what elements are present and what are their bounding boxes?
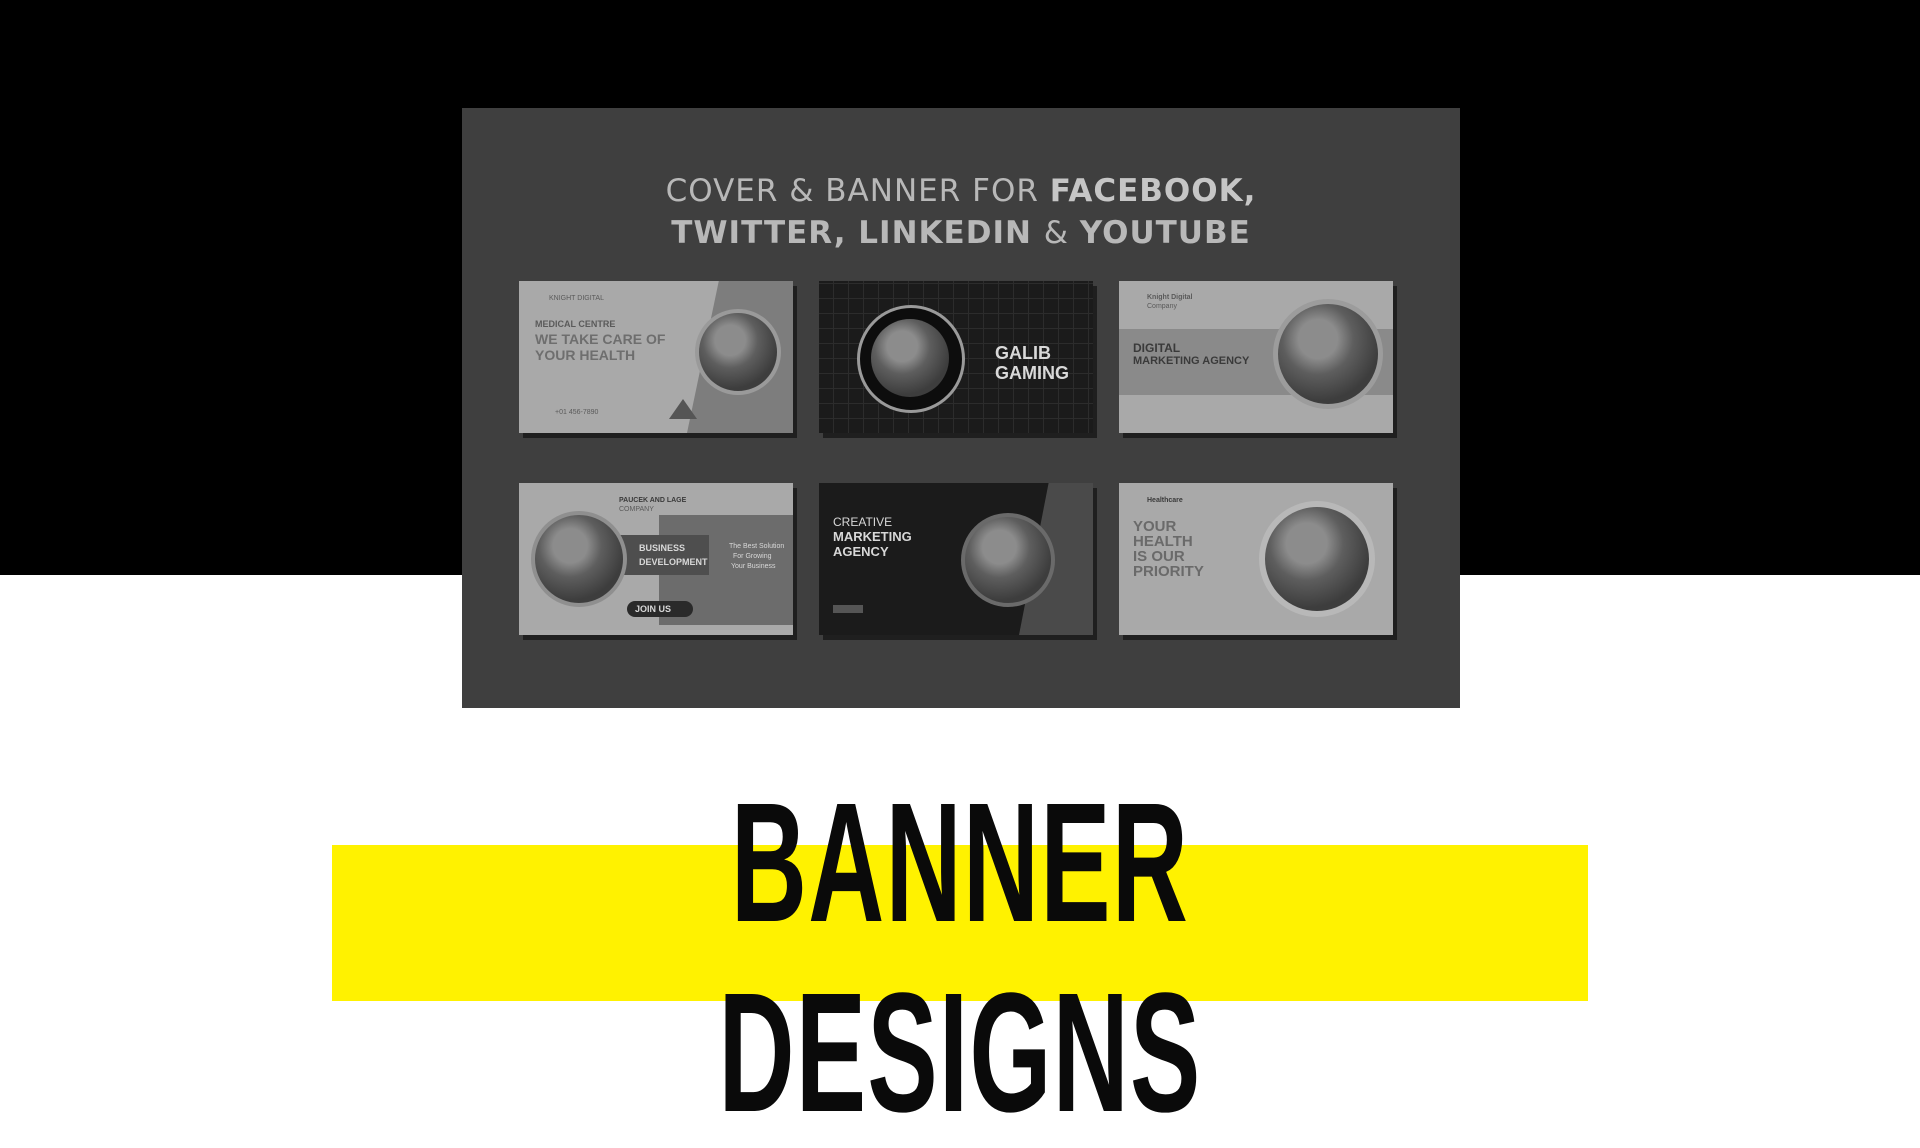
headline-youtube-text: YOUTUBE — [1079, 215, 1251, 251]
banner-card-creative: CREATIVE MARKETING AGENCY — [819, 483, 1093, 635]
creative-title: CREATIVE — [833, 515, 893, 529]
banner-card-business: PAUCEK AND LAGE COMPANY BUSINESS DEVELOP… — [519, 483, 793, 635]
creative-subtitle: MARKETING — [833, 529, 912, 544]
company-text: PAUCEK AND LAGE — [619, 497, 687, 504]
headline-text: WE TAKE CARE OF — [535, 331, 666, 347]
health-line-3: IS OUR — [1133, 548, 1185, 565]
join-us-label: JOIN US — [635, 604, 672, 614]
gamer-photo — [871, 319, 949, 397]
business-title: BUSINESS — [639, 543, 686, 553]
health-line-2: HEALTH — [1133, 533, 1193, 550]
side-text-1: The Best Solution — [729, 543, 785, 550]
doctor-photo — [695, 309, 781, 395]
headline-bold-text: FACEBOOK, — [1049, 173, 1257, 209]
brand-text: KNIGHT DIGITAL — [549, 295, 604, 302]
company-sub-text: COMPANY — [619, 506, 654, 513]
preview-panel: COVER & BANNER FOR FACEBOOK, TWITTER, LI… — [462, 108, 1460, 708]
page-title-text: BANNER DESIGNS — [718, 768, 1202, 1148]
cta-shape — [833, 605, 863, 613]
banner-card-medical: KNIGHT DIGITAL MEDICAL CENTRE WE TAKE CA… — [519, 281, 793, 433]
headline-plain-text: COVER & BANNER FOR — [665, 173, 1050, 209]
creative-subtitle-2: AGENCY — [833, 544, 889, 559]
banner-card-digital: Knight Digital Company DIGITAL MARKETING… — [1119, 281, 1393, 433]
brand-text: Knight Digital — [1147, 294, 1193, 301]
brand-sub-text: Company — [1147, 303, 1177, 310]
triangle-shape — [669, 399, 697, 419]
health-line-1: YOUR — [1133, 518, 1177, 535]
health-line-4: PRIORITY — [1133, 563, 1204, 580]
side-text-3: Your Business — [731, 563, 776, 570]
team-photo — [1273, 299, 1383, 409]
doctors-photo — [1259, 501, 1375, 617]
headline-text-2: YOUR HEALTH — [535, 347, 636, 363]
headline-line2-text: TWITTER, LINKEDIN — [671, 215, 1044, 251]
digital-title: DIGITAL — [1133, 341, 1181, 355]
headline-ampersand: & — [1043, 215, 1080, 251]
brand-text: Healthcare — [1147, 497, 1183, 504]
side-text-2: For Growing — [733, 553, 772, 560]
digital-subtitle: MARKETING AGENCY — [1133, 355, 1250, 367]
page-title: BANNER DESIGNS — [332, 768, 1588, 1148]
banner-card-healthcare: Healthcare YOUR HEALTH IS OUR PRIORITY — [1119, 483, 1393, 635]
kicker-text: MEDICAL CENTRE — [535, 319, 616, 329]
phone-text: +01 456-7890 — [555, 409, 599, 416]
business-subtitle: DEVELOPMENT — [639, 557, 708, 567]
gaming-subtitle: GAMING — [995, 363, 1069, 383]
team-photo — [961, 513, 1055, 607]
team-photo — [531, 511, 627, 607]
gaming-title: GALIB — [995, 343, 1051, 363]
banner-card-gaming: GALIB GAMING — [819, 281, 1093, 433]
preview-headline: COVER & BANNER FOR FACEBOOK, TWITTER, LI… — [462, 170, 1460, 254]
